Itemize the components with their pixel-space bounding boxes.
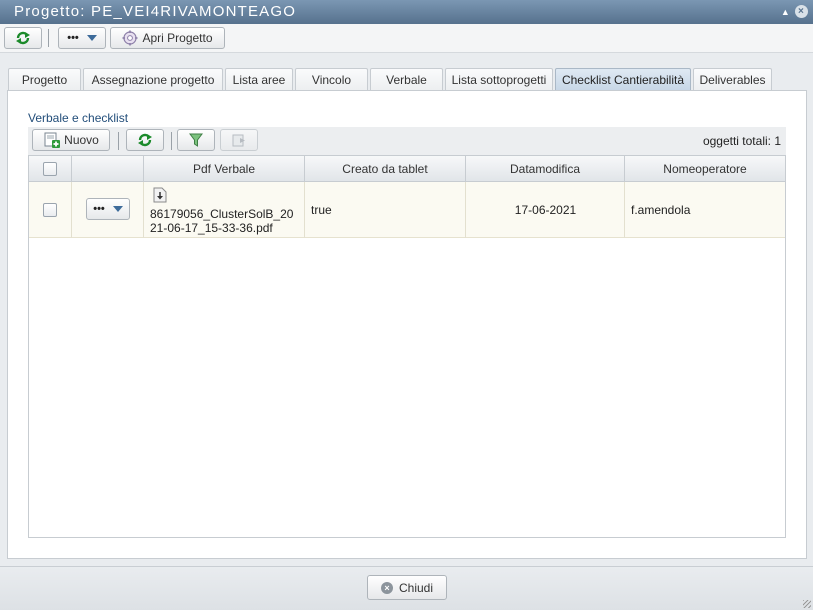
close-circle-icon: × <box>380 581 393 594</box>
main-toolbar: ••• Apri Progetto <box>0 24 813 53</box>
creato-da-tablet-cell: true <box>305 182 466 238</box>
grid-toolbar: Nuovo oggetti totali: 1 <box>28 127 786 155</box>
tab-assegnazione-progetto[interactable]: Assegnazione progetto <box>83 68 223 91</box>
gear-icon <box>122 30 138 46</box>
more-actions-dropdown[interactable]: ••• <box>58 27 106 49</box>
tab-label: Deliverables <box>699 73 766 87</box>
close-button[interactable]: × Chiudi <box>367 575 447 600</box>
nomeoperatore-value: f.amendola <box>631 203 691 217</box>
open-project-button[interactable]: Apri Progetto <box>110 27 225 49</box>
tab-label: Assegnazione progetto <box>91 73 215 87</box>
open-project-label: Apri Progetto <box>142 31 213 45</box>
tab-label: Lista sottoprogetti <box>451 73 547 87</box>
more-label: ••• <box>67 32 79 44</box>
datamodifica-value: 17-06-2021 <box>514 203 577 217</box>
new-label: Nuovo <box>64 133 99 147</box>
tab-label: Lista aree <box>232 73 286 87</box>
pdf-filename-line1: 86179056_ClusterSolB_20 <box>150 207 294 221</box>
toolbar-separator <box>118 132 119 150</box>
tab-lista-aree[interactable]: Lista aree <box>225 68 293 91</box>
refresh-icon <box>16 31 30 45</box>
creato-da-tablet-value: true <box>311 203 332 217</box>
export-icon <box>232 134 245 147</box>
tab-lista-sottoprogetti[interactable]: Lista sottoprogetti <box>445 68 553 91</box>
tab-progetto[interactable]: Progetto <box>8 68 81 91</box>
resize-grip-icon[interactable] <box>803 600 811 608</box>
tab-content-panel: Verbale e checklist Nuovo oggetti totali… <box>7 90 807 559</box>
column-header-nomeoperatore[interactable]: Nomeoperatore <box>625 156 785 181</box>
tab-vincolo[interactable]: Vincolo <box>295 68 368 91</box>
new-button[interactable]: Nuovo <box>32 129 110 151</box>
tab-label: Verbale <box>386 73 427 87</box>
tab-deliverables[interactable]: Deliverables <box>693 68 772 91</box>
tab-label: Checklist Cantierabilità <box>561 73 685 87</box>
row-select-cell <box>29 182 72 238</box>
select-all-cell <box>29 156 72 181</box>
chevron-down-icon <box>112 206 123 212</box>
row-actions-cell: ••• <box>72 182 144 238</box>
table-row[interactable]: ••• 86179056_ClusterSolB_20 21-06-17_15-… <box>29 182 785 238</box>
select-all-checkbox[interactable] <box>43 161 57 176</box>
pdf-file-link[interactable]: 86179056_ClusterSolB_20 21-06-17_15-33-3… <box>150 207 293 235</box>
grid-header: Pdf Verbale Creato da tablet Datamodific… <box>29 156 785 182</box>
download-file-icon[interactable] <box>153 187 167 203</box>
column-header-pdf-verbale[interactable]: Pdf Verbale <box>144 156 305 181</box>
window-titlebar: Progetto: PE_VEI4RIVAMONTEAGO ▲ × <box>0 0 813 24</box>
tab-label: Vincolo <box>311 73 352 87</box>
toolbar-separator <box>48 29 49 47</box>
chevron-down-icon <box>86 35 97 41</box>
window-title: Progetto: PE_VEI4RIVAMONTEAGO <box>14 3 297 20</box>
tab-checklist-cantierabilita[interactable]: Checklist Cantierabilità <box>555 68 691 91</box>
pdf-verbale-cell: 86179056_ClusterSolB_20 21-06-17_15-33-3… <box>144 182 305 238</box>
grid-refresh-button[interactable] <box>126 129 164 151</box>
row-actions-label: ••• <box>93 203 105 215</box>
tab-label: Progetto <box>21 73 68 87</box>
close-icon[interactable]: × <box>795 5 808 18</box>
total-count: oggetti totali: 1 <box>702 134 781 148</box>
data-grid: Pdf Verbale Creato da tablet Datamodific… <box>28 155 786 538</box>
filter-button[interactable] <box>177 129 215 151</box>
row-actions-dropdown[interactable]: ••• <box>86 198 130 220</box>
column-header-creato-da-tablet[interactable]: Creato da tablet <box>305 156 466 181</box>
nomeoperatore-cell: f.amendola <box>625 182 785 238</box>
datamodifica-cell: 17-06-2021 <box>466 182 625 238</box>
add-document-icon <box>44 132 61 148</box>
toolbar-separator <box>171 132 172 150</box>
caret-up-icon[interactable]: ▲ <box>781 6 791 18</box>
row-checkbox[interactable] <box>43 203 57 217</box>
section-title: Verbale e checklist <box>28 111 129 125</box>
close-label: Chiudi <box>398 580 434 595</box>
actions-header <box>72 156 144 181</box>
pdf-filename-line2: 21-06-17_15-33-36.pdf <box>150 221 273 235</box>
refresh-button[interactable] <box>4 27 42 49</box>
filter-icon <box>189 133 203 147</box>
tab-verbale[interactable]: Verbale <box>370 68 443 91</box>
column-header-datamodifica[interactable]: Datamodifica <box>466 156 625 181</box>
dialog-footer: × Chiudi <box>0 566 813 610</box>
refresh-icon <box>138 133 152 147</box>
export-button[interactable] <box>220 129 258 151</box>
